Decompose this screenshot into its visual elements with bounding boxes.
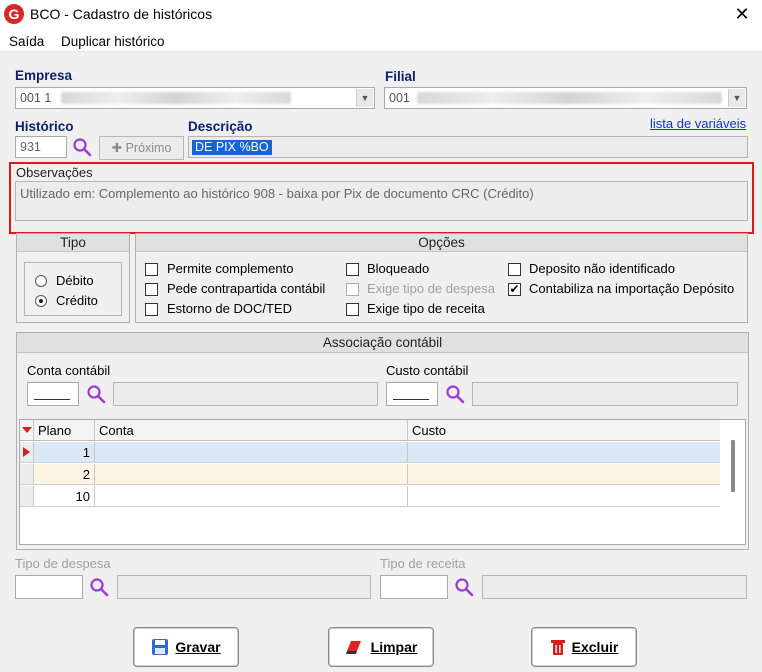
descricao-input[interactable]: DE PIX %BO [188,136,748,158]
cell-plano: 1 [34,442,95,462]
filial-label: Filial [385,69,416,84]
checkmark-icon: ✔ [509,282,520,296]
exige-despesa-checkbox [346,283,359,296]
cell-conta [95,486,408,506]
search-icon[interactable] [72,137,92,157]
search-icon[interactable] [445,384,465,404]
search-icon[interactable] [454,577,474,597]
empresa-value: 001 1 [20,91,52,105]
col-conta-header[interactable]: Conta [95,420,408,440]
credito-label: Crédito [56,293,98,308]
app-logo-icon: G [4,4,24,24]
cell-custo [408,464,720,484]
menu-item-duplicar[interactable]: Duplicar histórico [61,34,165,49]
chevron-down-icon[interactable]: ▼ [728,89,745,107]
descricao-value: DE PIX %BO [192,140,272,155]
input-mask-line [393,399,429,400]
pede-contrapartida-label: Pede contrapartida contábil [167,281,326,296]
table-row[interactable]: 1 [20,442,720,463]
cell-conta [95,442,408,462]
tipo-receita-label: Tipo de receita [380,556,466,571]
proximo-button[interactable]: ✚ Próximo [99,136,184,160]
exige-despesa-label: Exige tipo de despesa [367,281,495,296]
filial-select[interactable]: 001 ▼ [384,87,747,109]
permite-complemento-checkbox[interactable] [145,263,158,276]
cell-conta [95,464,408,484]
contabiliza-importacao-label: Contabiliza na importação Depósito [529,281,735,296]
save-icon [152,639,169,655]
table-row[interactable]: 2 [20,464,720,485]
cell-custo [408,486,720,506]
grid-scrollbar[interactable] [731,440,735,492]
cell-custo [408,442,720,462]
observacoes-text[interactable]: Utilizado em: Complemento ao histórico 9… [15,181,748,221]
row-indicator-icon [20,464,34,484]
custo-contabil-input[interactable] [386,382,438,406]
filial-value: 001 [389,91,410,105]
cell-plano: 2 [34,464,95,484]
opcoes-title: Opções [136,234,747,252]
row-indicator-icon [20,486,34,506]
empresa-name-blurred [61,92,291,104]
historico-label: Histórico [15,119,74,134]
conta-contabil-label: Conta contábil [27,363,111,378]
tipo-despesa-description [117,575,371,599]
limpar-button[interactable]: Limpar [328,627,434,667]
estorno-doc-ted-label: Estorno de DOC/TED [167,301,292,316]
tipo-despesa-label: Tipo de despesa [15,556,111,571]
exige-receita-checkbox[interactable] [346,303,359,316]
chevron-down-icon[interactable]: ▼ [356,89,373,107]
observacoes-label: Observações [16,165,93,180]
estorno-doc-ted-checkbox[interactable] [145,303,158,316]
close-icon[interactable]: ✕ [728,2,756,26]
descricao-label: Descrição [188,119,253,134]
filial-name-blurred [417,92,722,104]
conta-contabil-description [113,382,378,406]
bloqueado-checkbox[interactable] [346,263,359,276]
grid-sort-icon[interactable] [20,420,34,440]
tipo-receita-description [482,575,747,599]
tipo-title: Tipo [17,234,129,252]
input-mask-line [34,399,70,400]
permite-complemento-label: Permite complemento [167,261,294,276]
pede-contrapartida-checkbox[interactable] [145,283,158,296]
eraser-icon [345,641,361,654]
conta-contabil-input[interactable] [27,382,79,406]
custo-contabil-description [472,382,738,406]
deposito-nao-identificado-label: Deposito não identificado [529,261,675,276]
menu-item-saida[interactable]: Saída [9,34,44,49]
excluir-button[interactable]: Excluir [531,627,637,667]
gravar-button[interactable]: Gravar [133,627,239,667]
search-icon[interactable] [89,577,109,597]
plus-icon: ✚ [111,141,123,155]
credito-radio[interactable] [35,295,47,307]
trash-icon [550,640,565,655]
tipo-receita-input[interactable] [380,575,448,599]
bloqueado-label: Bloqueado [367,261,430,276]
historico-input[interactable]: 931 [15,136,67,158]
associacao-title: Associação contábil [17,333,748,353]
exige-receita-label: Exige tipo de receita [367,301,485,316]
empresa-select[interactable]: 001 1 ▼ [15,87,375,109]
grid-header: Plano Conta Custo [20,420,720,441]
window-title: BCO - Cadastro de históricos [30,6,213,22]
table-row[interactable]: 10 [20,486,720,507]
debito-label: Débito [56,273,94,288]
debito-radio[interactable] [35,275,47,287]
empresa-label: Empresa [15,68,73,83]
contabiliza-importacao-checkbox[interactable]: ✔ [508,283,521,296]
search-icon[interactable] [86,384,106,404]
cell-plano: 10 [34,486,95,506]
custo-contabil-label: Custo contábil [386,363,469,378]
tipo-despesa-input[interactable] [15,575,83,599]
lista-variaveis-link[interactable]: lista de variáveis [650,116,746,131]
deposito-nao-identificado-checkbox[interactable] [508,263,521,276]
col-plano-header[interactable]: Plano [34,420,95,440]
row-indicator-icon [20,442,34,462]
col-custo-header[interactable]: Custo [408,420,720,440]
